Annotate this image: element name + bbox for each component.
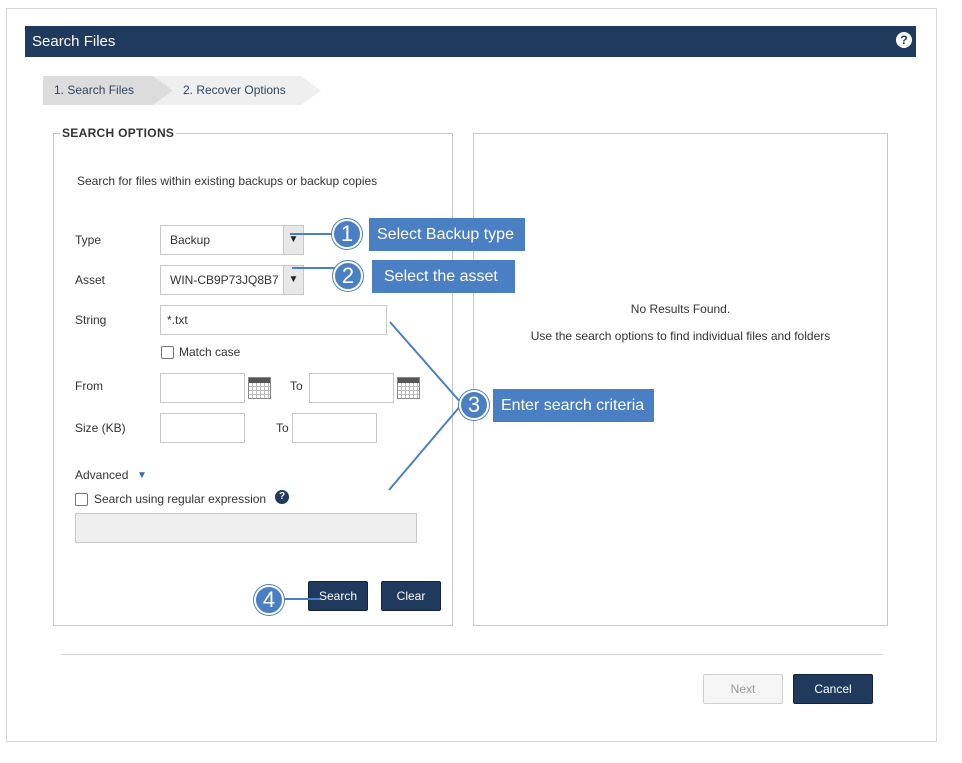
annotation-badge-4: 4	[254, 585, 284, 615]
annotation-lines	[284, 233, 463, 600]
annotation-callout-3: Enter search criteria	[493, 389, 654, 422]
annotation-line-3b	[388, 403, 463, 491]
annotation-callout-2: Select the asset	[372, 260, 515, 293]
annotation-badge-3: 3	[459, 390, 489, 420]
annotation-line-3a	[389, 321, 463, 405]
annotation-callout-1: Select Backup type	[369, 218, 525, 251]
annotation-badge-2: 2	[333, 261, 363, 291]
annotation-badge-1: 1	[332, 219, 362, 249]
step-search-files[interactable]: 1. Search Files	[43, 76, 173, 105]
